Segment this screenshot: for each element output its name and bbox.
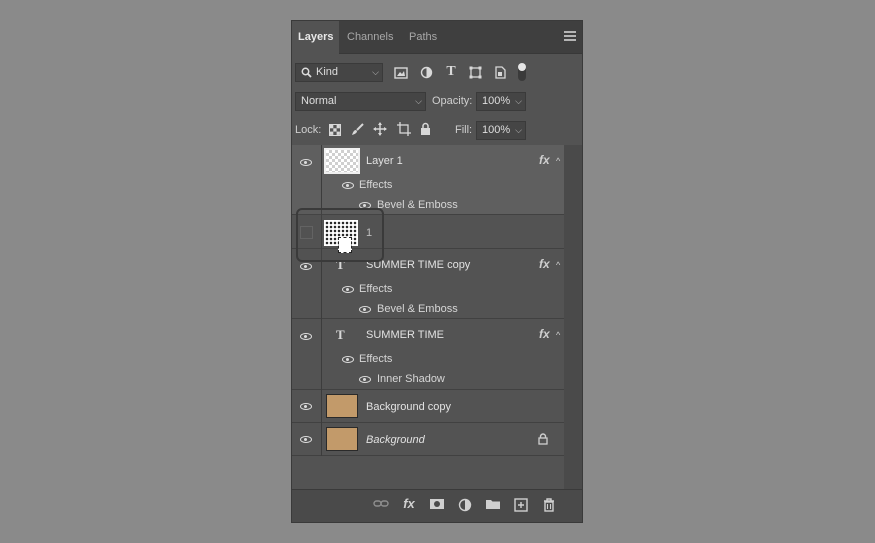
lock-label: Lock: (295, 124, 322, 136)
fill-field[interactable]: 100% ⌵ (476, 121, 526, 140)
collapse-caret-icon[interactable]: ^ (556, 156, 560, 166)
opacity-value: 100% (482, 95, 511, 107)
blend-mode-select[interactable]: Normal ⌵ (295, 92, 426, 111)
layers-panel: Layers Channels Paths Kind ⌵ T Normal ⌵ … (291, 20, 583, 523)
fx-icon[interactable]: fx (539, 327, 550, 341)
filter-kind-select[interactable]: Kind ⌵ (295, 63, 383, 82)
layer-row-background[interactable]: Background (292, 423, 566, 456)
layer-row-background-copy[interactable]: Background copy (292, 390, 566, 423)
blend-row: Normal ⌵ Opacity: 100% ⌵ (292, 90, 582, 112)
lock-artboard-icon[interactable] (397, 122, 411, 136)
lock-row: Lock: Fill: 100% ⌵ (292, 119, 582, 141)
chevron-down-icon: ⌵ (415, 96, 422, 106)
layer-thumbnail[interactable] (324, 148, 360, 174)
type-layer-icon[interactable]: T (336, 327, 345, 343)
chevron-down-icon: ⌵ (515, 125, 522, 135)
new-adjustment-layer-icon[interactable] (457, 498, 473, 512)
layer-name: SUMMER TIME copy (366, 259, 471, 271)
collapse-caret-icon[interactable]: ^ (556, 260, 560, 270)
row-divider (321, 319, 322, 390)
panel-menu-icon[interactable] (564, 31, 576, 43)
layer-thumbnail[interactable] (326, 394, 358, 418)
fill-value: 100% (482, 124, 511, 136)
shape-layer-filter-icon[interactable] (469, 66, 482, 79)
blend-mode-value: Normal (301, 95, 337, 107)
chevron-down-icon: ⌵ (372, 67, 379, 77)
layer-name: Layer 1 (366, 155, 403, 167)
fx-icon[interactable]: fx (539, 153, 550, 167)
visibility-eye-icon[interactable] (300, 436, 312, 443)
visibility-eye-icon[interactable] (300, 333, 312, 340)
effects-visibility-eye-icon[interactable] (342, 182, 354, 189)
effect-visibility-eye-icon[interactable] (359, 306, 371, 313)
collapse-caret-icon[interactable]: ^ (556, 330, 560, 340)
chevron-down-icon: ⌵ (515, 96, 522, 106)
effects-visibility-eye-icon[interactable] (342, 286, 354, 293)
effects-label: Effects (359, 353, 393, 365)
fill-label: Fill: (455, 124, 473, 136)
drag-cursor-icon (338, 237, 352, 253)
visibility-eye-icon[interactable] (300, 403, 312, 410)
lock-position-move-icon[interactable] (373, 122, 387, 136)
effects-label: Effects (359, 179, 393, 191)
visibility-eye-icon[interactable] (300, 263, 312, 270)
layer-name: SUMMER TIME (366, 329, 445, 341)
tab-paths[interactable]: Paths (403, 21, 443, 53)
add-layer-style-fx-icon[interactable]: fx (401, 496, 417, 511)
type-layer-filter-icon[interactable]: T (444, 64, 458, 80)
pixel-layer-filter-icon[interactable] (394, 67, 408, 79)
effect-name: Bevel & Emboss (377, 303, 458, 315)
smart-object-filter-icon[interactable] (494, 66, 506, 79)
fx-icon[interactable]: fx (539, 257, 550, 271)
filter-kind-label: Kind (316, 66, 339, 78)
link-layers-icon[interactable] (373, 498, 389, 510)
row-divider (321, 390, 322, 423)
lock-transparent-pixels-icon[interactable] (329, 124, 341, 136)
layer-row-layer-1[interactable]: Layer 1 fx ^ Effects Bevel & Emboss (292, 145, 566, 215)
effect-name: Inner Shadow (377, 373, 445, 385)
panel-footer-toolbar: fx (292, 489, 582, 522)
layer-name: Background (366, 434, 425, 446)
opacity-field[interactable]: 100% ⌵ (476, 92, 526, 111)
panel-tab-bar: Layers Channels Paths (292, 21, 582, 54)
opacity-label: Opacity: (432, 95, 473, 107)
adjustment-layer-filter-icon[interactable] (420, 66, 433, 79)
effect-visibility-eye-icon[interactable] (359, 376, 371, 383)
layer-thumbnail[interactable] (326, 427, 358, 451)
row-divider (321, 423, 322, 456)
layers-scrollbar[interactable] (564, 145, 582, 489)
new-layer-icon[interactable] (513, 498, 529, 512)
tab-channels[interactable]: Channels (341, 21, 399, 53)
tab-layers[interactable]: Layers (292, 21, 340, 54)
lock-all-icon[interactable] (420, 122, 431, 135)
effects-visibility-eye-icon[interactable] (342, 356, 354, 363)
effects-label: Effects (359, 283, 393, 295)
new-group-folder-icon[interactable] (485, 498, 501, 510)
layer-name: Background copy (366, 401, 451, 413)
search-icon (301, 67, 312, 78)
layer-row-summer-time[interactable]: T SUMMER TIME fx ^ Effects Inner Shadow (292, 319, 566, 390)
add-layer-mask-icon[interactable] (429, 498, 445, 510)
row-divider (321, 145, 322, 215)
filter-row: Kind ⌵ T (292, 61, 582, 83)
visibility-eye-icon[interactable] (300, 159, 312, 166)
lock-image-pixels-brush-icon[interactable] (351, 123, 364, 136)
effect-name: Bevel & Emboss (377, 199, 458, 211)
filter-toggle-switch[interactable] (518, 63, 526, 81)
delete-layer-trash-icon[interactable] (541, 498, 557, 512)
layer-locked-icon[interactable] (538, 433, 548, 445)
layers-list: Layer 1 fx ^ Effects Bevel & Emboss 1 T … (292, 145, 566, 489)
